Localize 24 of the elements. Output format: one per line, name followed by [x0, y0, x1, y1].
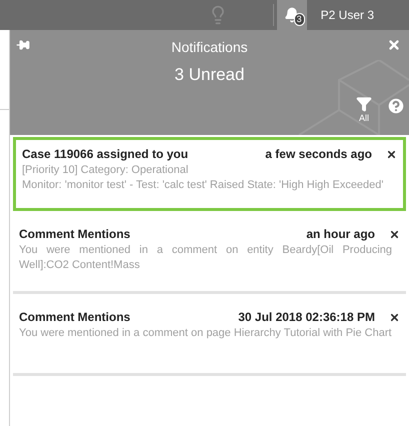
notifications-button[interactable]: 3 [276, 0, 307, 30]
panel-title: Notifications [171, 38, 248, 57]
notification-count: 3 [294, 13, 305, 26]
notification-message: [Priority 10] Category: Operational [22, 163, 190, 178]
notification-card[interactable]: Comment Mentions an hour ago You were mentioned in a comment on entity Beardy[Oil Producing Well]:CO2 Content!Mass [13, 213, 406, 294]
notification-title: Comment Mentions [19, 226, 132, 243]
notification-time: a few seconds ago [265, 146, 372, 163]
notification-message: You were mentioned in a comment on entity Beardy[Oil Producing Well]:CO2 Content!Mass [19, 243, 393, 273]
user-name[interactable]: P2 User 3 [320, 6, 374, 24]
notification-card[interactable]: Case 119066 assigned to you a few seconds ago [Priority 10] Category: Operational Monitor: 'monitor test' - Test: 'calc test' Raised State: 'High High Exceeded' [13, 137, 406, 211]
dismiss-icon[interactable] [386, 148, 397, 160]
notification-card[interactable]: Comment Mentions 30 Jul 2018 02:36:18 PM You were mentioned in a comment on page Hierarchy Tutorial with Pie Chart [13, 296, 406, 376]
notification-message: Monitor: 'monitor test' - Test: 'calc test' Raised State: 'High High Exceeded' [22, 178, 385, 193]
notification-time: 30 Jul 2018 02:36:18 PM [238, 309, 375, 326]
close-icon[interactable] [387, 38, 401, 52]
dismiss-icon[interactable] [389, 228, 400, 240]
unread-count: 3 Unread [174, 64, 244, 86]
notification-title: Comment Mentions [19, 309, 132, 326]
notification-message: You were mentioned in a comment on page Hierarchy Tutorial with Pie Chart [19, 326, 393, 341]
dismiss-icon[interactable] [389, 312, 400, 322]
pin-icon[interactable] [16, 38, 30, 52]
notification-time: an hour ago [306, 226, 375, 243]
help-icon[interactable] [386, 96, 406, 116]
notification-title: Case 119066 assigned to you [22, 146, 190, 163]
